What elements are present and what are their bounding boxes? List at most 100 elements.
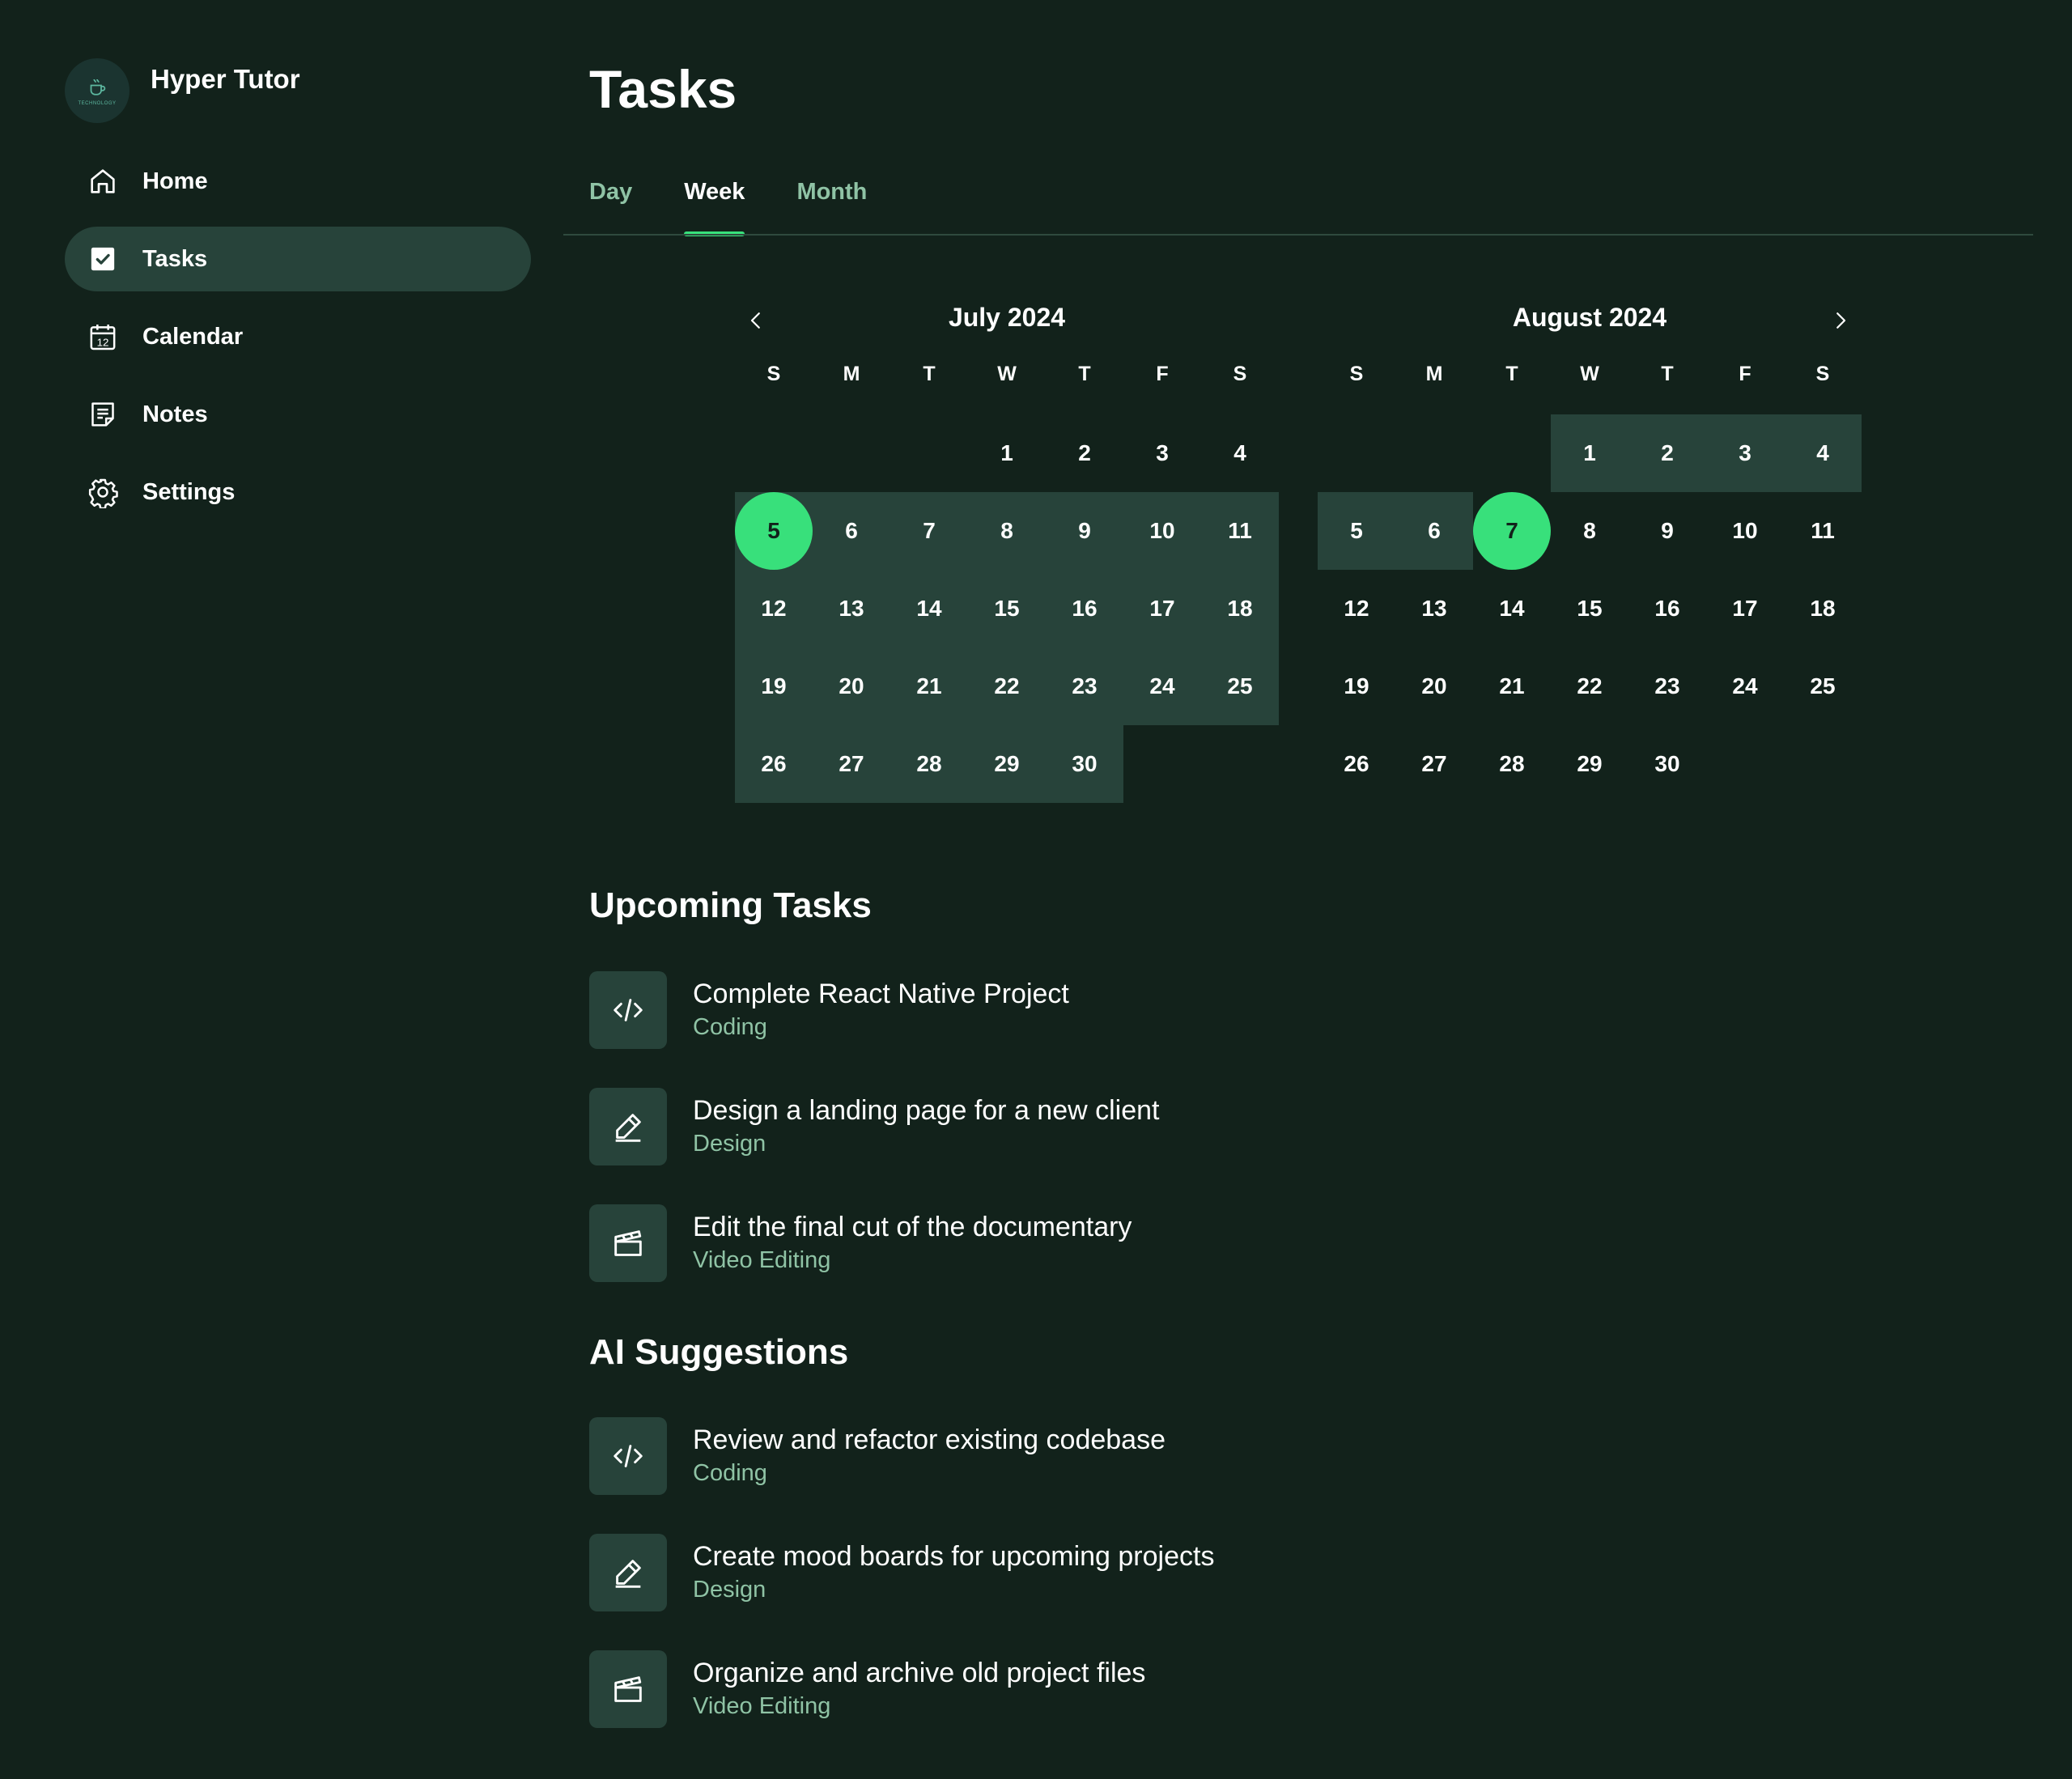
calendar-day[interactable]: 15: [1551, 570, 1628, 647]
logo-text: TECHNOLOGY: [78, 101, 117, 106]
calendar-day-selected[interactable]: 7: [1473, 492, 1551, 570]
calendar-day[interactable]: 23: [1046, 647, 1123, 725]
calendar-day[interactable]: 9: [1046, 492, 1123, 570]
task-item[interactable]: Design a landing page for a new client D…: [589, 1088, 1160, 1165]
calendar-day-number: 16: [1072, 596, 1098, 621]
calendar-day[interactable]: 30: [1046, 725, 1123, 803]
calendar-day-number: 29: [1577, 751, 1603, 776]
calendar-day[interactable]: 15: [968, 570, 1046, 647]
clapperboard-icon: [589, 1204, 667, 1282]
calendar-day[interactable]: 29: [968, 725, 1046, 803]
sidebar: TECHNOLOGY Hyper Tutor Home Tasks 12 Cal…: [0, 0, 550, 1779]
task-item[interactable]: Complete React Native Project Coding: [589, 971, 1069, 1049]
sidebar-item-tasks[interactable]: Tasks: [65, 227, 531, 291]
suggestion-item[interactable]: Organize and archive old project files V…: [589, 1650, 1145, 1728]
calendar-day[interactable]: 26: [1318, 725, 1395, 803]
suggestion-item[interactable]: Review and refactor existing codebase Co…: [589, 1417, 1166, 1495]
calendar-day-number: 17: [1149, 596, 1175, 621]
calendar-day[interactable]: 12: [1318, 570, 1395, 647]
calendar-day[interactable]: 30: [1628, 725, 1706, 803]
task-category: Video Editing: [693, 1693, 831, 1719]
calendar-day[interactable]: 27: [813, 725, 890, 803]
ai-suggestions-title: AI Suggestions: [589, 1332, 849, 1372]
calendar-day[interactable]: 11: [1784, 492, 1862, 570]
task-item[interactable]: Edit the final cut of the documentary Vi…: [589, 1204, 1132, 1282]
calendar-day[interactable]: 18: [1201, 570, 1279, 647]
calendar-day[interactable]: 10: [1706, 492, 1784, 570]
calendar-day[interactable]: 21: [1473, 647, 1551, 725]
calendar-day[interactable]: 17: [1123, 570, 1201, 647]
calendar-day[interactable]: 17: [1706, 570, 1784, 647]
calendar-day[interactable]: 4: [1201, 414, 1279, 492]
calendar-day[interactable]: 10: [1123, 492, 1201, 570]
brand[interactable]: TECHNOLOGY Hyper Tutor: [65, 58, 300, 123]
tab-week[interactable]: Week: [684, 172, 745, 236]
calendar-day-number: 28: [1499, 751, 1525, 776]
calendar-july: July 2024 S M T W T F S 1 2 3 4 5 6 7 8 9 10 11 12 1…: [735, 291, 1279, 803]
calendar-day[interactable]: 28: [1473, 725, 1551, 803]
calendar-month-title: July 2024: [948, 303, 1066, 332]
app-name: Hyper Tutor: [151, 64, 300, 94]
calendar-day[interactable]: 22: [968, 647, 1046, 725]
calendar-day[interactable]: 3: [1706, 414, 1784, 492]
calendar-day-number: 16: [1654, 596, 1680, 621]
calendar-day[interactable]: 18: [1784, 570, 1862, 647]
calendar-day[interactable]: 5: [1318, 492, 1395, 570]
tab-day[interactable]: Day: [589, 172, 632, 236]
tab-month[interactable]: Month: [796, 172, 867, 236]
calendar-day[interactable]: 2: [1046, 414, 1123, 492]
calendar-day[interactable]: 4: [1784, 414, 1862, 492]
calendar-day[interactable]: 25: [1784, 647, 1862, 725]
calendar-month-title: August 2024: [1512, 303, 1667, 332]
calendar-day[interactable]: 8: [968, 492, 1046, 570]
calendar-day[interactable]: 16: [1628, 570, 1706, 647]
calendar-day-number: 3: [1739, 440, 1751, 465]
weekday-label: S: [766, 363, 781, 385]
calendar-day-number: 12: [1344, 596, 1369, 621]
calendar-day[interactable]: 21: [890, 647, 968, 725]
calendar-day[interactable]: 23: [1628, 647, 1706, 725]
calendar-day[interactable]: 25: [1201, 647, 1279, 725]
task-category: Coding: [693, 1460, 767, 1486]
home-icon: [86, 164, 120, 198]
calendar-day[interactable]: 26: [735, 725, 813, 803]
calendar-day[interactable]: 1: [968, 414, 1046, 492]
calendar-day[interactable]: 20: [813, 647, 890, 725]
weekday-label: S: [1233, 363, 1247, 385]
calendar-day[interactable]: 6: [813, 492, 890, 570]
sidebar-item-settings[interactable]: Settings: [65, 460, 531, 524]
calendar-day[interactable]: 28: [890, 725, 968, 803]
calendar-day[interactable]: 24: [1706, 647, 1784, 725]
notes-icon: [86, 397, 120, 431]
calendar-day[interactable]: 24: [1123, 647, 1201, 725]
calendar-day[interactable]: 11: [1201, 492, 1279, 570]
calendar-day[interactable]: 16: [1046, 570, 1123, 647]
sidebar-item-home[interactable]: Home: [65, 149, 531, 214]
calendar-day-number: 22: [1577, 673, 1603, 698]
next-month-button[interactable]: [1823, 303, 1858, 338]
calendar-day[interactable]: 2: [1628, 414, 1706, 492]
calendar-day[interactable]: 1: [1551, 414, 1628, 492]
calendar-day[interactable]: 27: [1395, 725, 1473, 803]
calendar-day[interactable]: 20: [1395, 647, 1473, 725]
suggestion-item[interactable]: Create mood boards for upcoming projects…: [589, 1534, 1214, 1611]
calendar-day[interactable]: 19: [735, 647, 813, 725]
sidebar-item-calendar[interactable]: 12 Calendar: [65, 304, 531, 369]
calendar-day[interactable]: 7: [890, 492, 968, 570]
calendar-day-number: 24: [1732, 673, 1758, 698]
calendar-day[interactable]: 12: [735, 570, 813, 647]
calendar-day-selected[interactable]: 5: [735, 492, 813, 570]
calendar-day[interactable]: 22: [1551, 647, 1628, 725]
calendar-day[interactable]: 9: [1628, 492, 1706, 570]
calendar-day[interactable]: 3: [1123, 414, 1201, 492]
calendar-day[interactable]: 13: [1395, 570, 1473, 647]
calendar-day[interactable]: 8: [1551, 492, 1628, 570]
sidebar-item-notes[interactable]: Notes: [65, 382, 531, 447]
calendar-day[interactable]: 6: [1395, 492, 1473, 570]
calendar-day-number: 2: [1661, 440, 1674, 465]
calendar-day[interactable]: 14: [890, 570, 968, 647]
calendar-day[interactable]: 19: [1318, 647, 1395, 725]
calendar-day[interactable]: 13: [813, 570, 890, 647]
calendar-day[interactable]: 14: [1473, 570, 1551, 647]
calendar-day[interactable]: 29: [1551, 725, 1628, 803]
